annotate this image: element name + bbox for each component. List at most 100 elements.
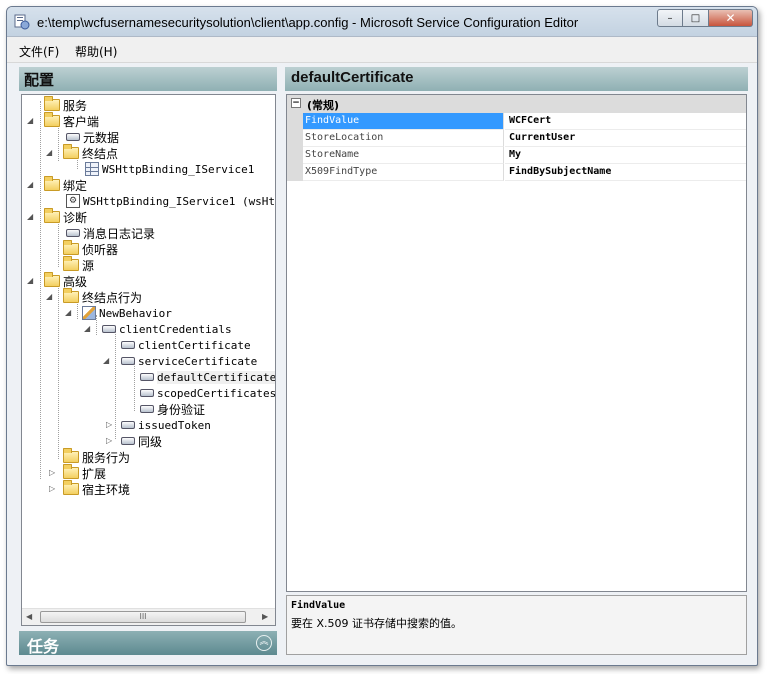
property-value[interactable]: FindBySubjectName bbox=[505, 164, 746, 181]
tree-node-client-certificate[interactable]: clientCertificate bbox=[121, 337, 251, 353]
tree-node-diagnostics[interactable]: 诊断 bbox=[44, 208, 87, 225]
property-grid: − (常规) FindValue WCFCert StoreLocation C… bbox=[286, 94, 747, 592]
property-name[interactable]: X509FindType bbox=[303, 164, 504, 181]
collapse-arrow-icon[interactable]: ◢ bbox=[27, 180, 33, 189]
property-row-store-name[interactable]: StoreName My bbox=[287, 147, 746, 164]
folder-icon bbox=[44, 176, 60, 191]
maximize-button[interactable]: □ bbox=[683, 9, 709, 27]
menu-bar: 文件(F) 帮助(H) bbox=[7, 37, 757, 63]
collapse-arrow-icon[interactable]: ◢ bbox=[27, 212, 33, 221]
tasks-panel-header[interactable]: 任务 ︽ bbox=[19, 631, 277, 656]
property-value[interactable]: CurrentUser bbox=[505, 130, 746, 147]
property-category-general[interactable]: − (常规) bbox=[287, 95, 746, 113]
tree-node-service-behaviors[interactable]: 服务行为 bbox=[63, 448, 130, 465]
setting-icon bbox=[102, 325, 116, 333]
setting-icon bbox=[121, 437, 135, 445]
folder-icon bbox=[63, 240, 79, 255]
expand-arrow-icon[interactable]: ▷ bbox=[49, 468, 55, 477]
tree-connector bbox=[115, 331, 116, 439]
config-tree: 服务 ◢ 客户端 元数据 ◢ 终结点 WSHttpBinding_IServic… bbox=[21, 94, 276, 626]
chevron-up-icon[interactable]: ︽ bbox=[256, 635, 272, 651]
tree-connector bbox=[134, 363, 135, 411]
tree-node-listeners[interactable]: 侦听器 bbox=[63, 240, 118, 257]
collapse-box-icon[interactable]: − bbox=[291, 98, 301, 108]
collapse-arrow-icon[interactable]: ◢ bbox=[46, 148, 52, 157]
folder-icon bbox=[63, 288, 79, 303]
expand-arrow-icon[interactable]: ▷ bbox=[49, 484, 55, 493]
setting-icon bbox=[66, 133, 80, 141]
minimize-button[interactable]: – bbox=[657, 9, 683, 27]
properties-pane-title: defaultCertificate bbox=[291, 69, 414, 86]
tree-node-authentication[interactable]: 身份验证 bbox=[140, 401, 205, 417]
property-name[interactable]: StoreLocation bbox=[303, 130, 504, 147]
setting-icon bbox=[66, 229, 80, 237]
tree-node-peer[interactable]: 同级 bbox=[121, 433, 162, 449]
tree-horizontal-scrollbar[interactable]: ◀ III ▶ bbox=[22, 608, 275, 625]
tree-node-new-behavior[interactable]: NewBehavior bbox=[82, 305, 172, 321]
tree-node-message-logging[interactable]: 消息日志记录 bbox=[66, 225, 155, 241]
setting-icon bbox=[121, 357, 135, 365]
menu-file[interactable]: 文件(F) bbox=[19, 43, 59, 60]
property-name[interactable]: StoreName bbox=[303, 147, 504, 164]
description-text: 要在 X.509 证书存储中搜索的值。 bbox=[291, 617, 463, 630]
scrollbar-thumb[interactable]: III bbox=[40, 611, 246, 623]
tasks-title: 任务 bbox=[27, 637, 60, 656]
expand-arrow-icon[interactable]: ▷ bbox=[106, 436, 112, 445]
property-value[interactable]: WCFCert bbox=[505, 113, 746, 130]
tree-connector bbox=[58, 283, 59, 459]
binding-icon: ⚙ bbox=[66, 194, 80, 208]
folder-icon bbox=[44, 96, 60, 111]
config-pane-title: 配置 bbox=[24, 71, 55, 89]
tree-node-endpoint-behaviors[interactable]: 终结点行为 bbox=[63, 288, 142, 305]
menu-help[interactable]: 帮助(H) bbox=[75, 43, 117, 60]
folder-icon bbox=[63, 464, 79, 479]
folder-icon bbox=[44, 208, 60, 223]
grid-margin bbox=[287, 164, 303, 181]
tree-node-default-certificate[interactable]: defaultCertificate bbox=[140, 369, 275, 385]
property-value[interactable]: My bbox=[505, 147, 746, 164]
scroll-right-icon[interactable]: ▶ bbox=[262, 612, 268, 621]
property-name[interactable]: FindValue bbox=[303, 113, 504, 130]
properties-pane-header: defaultCertificate bbox=[285, 67, 748, 91]
tree-node-extensions[interactable]: 扩展 bbox=[63, 464, 106, 481]
setting-icon bbox=[140, 389, 154, 397]
collapse-arrow-icon[interactable]: ◢ bbox=[84, 324, 90, 333]
collapse-arrow-icon[interactable]: ◢ bbox=[27, 276, 33, 285]
config-editor-icon bbox=[14, 14, 30, 30]
property-row-store-location[interactable]: StoreLocation CurrentUser bbox=[287, 130, 746, 147]
collapse-arrow-icon[interactable]: ◢ bbox=[27, 116, 33, 125]
tree-node-binding-config[interactable]: ⚙ WSHttpBinding_IService1 (wsHttpB bbox=[66, 193, 275, 209]
property-description-panel: FindValue 要在 X.509 证书存储中搜索的值。 bbox=[286, 595, 747, 655]
tree-node-issued-token[interactable]: issuedToken bbox=[121, 417, 211, 433]
collapse-arrow-icon[interactable]: ◢ bbox=[65, 308, 71, 317]
folder-icon bbox=[63, 448, 79, 463]
tree-node-endpoints[interactable]: 终结点 bbox=[63, 144, 118, 161]
title-bar: e:\temp\wcfusernamesecuritysolution\clie… bbox=[7, 7, 757, 37]
close-button[interactable]: ✕ bbox=[709, 9, 753, 27]
collapse-arrow-icon[interactable]: ◢ bbox=[46, 292, 52, 301]
tree-node-client-credentials[interactable]: clientCredentials bbox=[102, 321, 232, 337]
tree-node-scoped-certificates[interactable]: scopedCertificates bbox=[140, 385, 275, 401]
tree-node-client[interactable]: 客户端 bbox=[44, 112, 99, 129]
tree-node-advanced[interactable]: 高级 bbox=[44, 272, 87, 289]
folder-icon bbox=[44, 272, 60, 287]
tree-node-hosting-environment[interactable]: 宿主环境 bbox=[63, 480, 130, 497]
endpoint-icon bbox=[85, 162, 99, 176]
category-label: (常规) bbox=[307, 99, 340, 112]
grid-margin bbox=[287, 113, 303, 130]
expand-arrow-icon[interactable]: ▷ bbox=[106, 420, 112, 429]
folder-icon bbox=[63, 256, 79, 271]
tree-node-service-certificate[interactable]: serviceCertificate bbox=[121, 353, 257, 369]
description-title: FindValue bbox=[291, 600, 346, 611]
config-pane-header: 配置 bbox=[19, 67, 277, 91]
property-row-x509-find-type[interactable]: X509FindType FindBySubjectName bbox=[287, 164, 746, 181]
tree-node-bindings[interactable]: 绑定 bbox=[44, 176, 87, 193]
collapse-arrow-icon[interactable]: ◢ bbox=[103, 356, 109, 365]
tree-node-client-endpoint[interactable]: WSHttpBinding_IService1 bbox=[85, 161, 254, 177]
scroll-left-icon[interactable]: ◀ bbox=[26, 612, 32, 621]
window-controls: – □ ✕ bbox=[657, 9, 753, 27]
tree-node-metadata[interactable]: 元数据 bbox=[66, 129, 119, 145]
tree-node-sources[interactable]: 源 bbox=[63, 256, 94, 273]
property-row-find-value[interactable]: FindValue WCFCert bbox=[287, 113, 746, 130]
tree-node-services[interactable]: 服务 bbox=[44, 96, 87, 113]
